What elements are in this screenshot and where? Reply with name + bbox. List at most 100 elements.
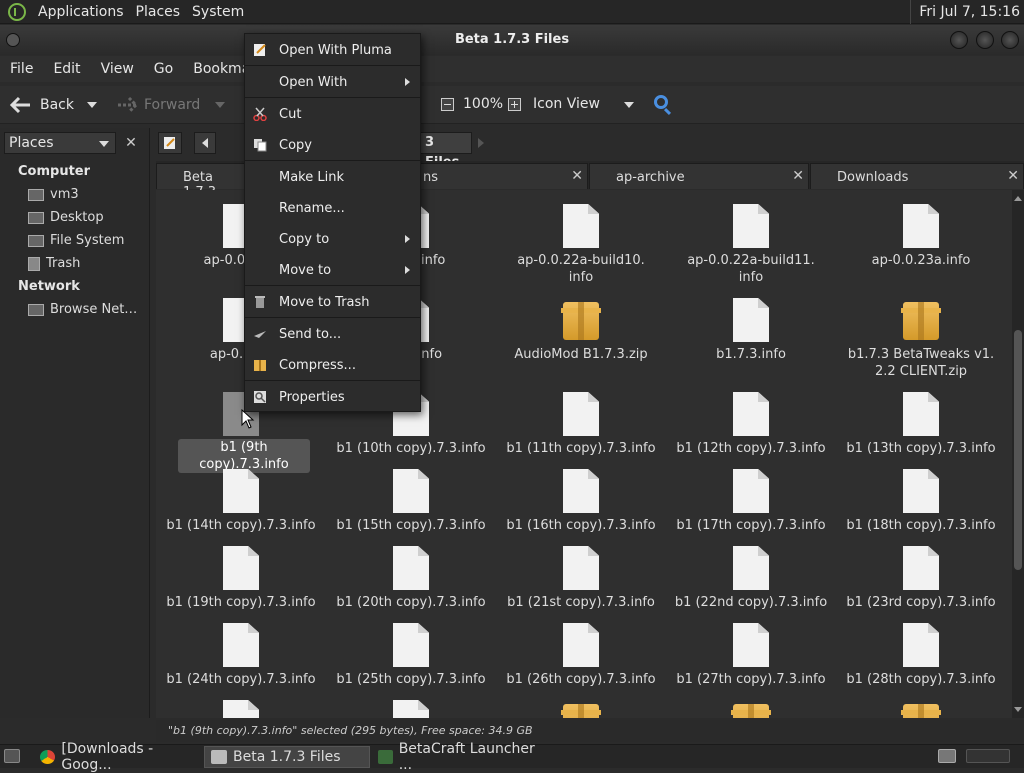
taskbar-item-files[interactable]: Beta 1.7.3 Files <box>204 746 370 768</box>
scroll-down-icon[interactable] <box>1014 707 1022 712</box>
taskbar-item-label: BetaCraft Launcher ... <box>398 741 535 773</box>
toolbar: Back Forward 100% Icon View <box>0 86 1024 124</box>
text-file-icon <box>223 546 259 590</box>
forward-history-dropdown[interactable] <box>215 102 225 108</box>
close-sidebar-icon[interactable]: ✕ <box>122 134 140 152</box>
file-name-line2: 2.2 CLIENT.zip <box>874 364 968 379</box>
file-name: b1.7.3 BetaTweaks v1. <box>847 347 995 362</box>
file-name: b1 (24th copy).7.3.info <box>166 672 316 687</box>
back-label: Back <box>40 97 74 113</box>
show-desktop-icon[interactable] <box>4 749 20 763</box>
sidebar-item-trash[interactable]: Trash <box>28 256 80 271</box>
places-menu[interactable]: Places <box>130 4 187 20</box>
text-file-icon <box>903 469 939 513</box>
menu-item-move-to-trash[interactable]: Move to Trash <box>245 288 420 316</box>
text-file-icon <box>733 546 769 590</box>
workspace-switcher-2[interactable] <box>966 749 1010 763</box>
scrollbar-thumb[interactable] <box>1014 330 1022 570</box>
file-name: ap-0.0.22a-build10. <box>517 253 645 268</box>
forward-label: Forward <box>144 97 201 113</box>
sidebar: Places ✕ Computer vm3 Desktop File Syste… <box>0 128 150 718</box>
vertical-scrollbar[interactable] <box>1012 190 1024 718</box>
path-button-current[interactable]: 3 Files <box>418 132 472 170</box>
text-file-icon <box>563 204 599 248</box>
sidebar-pane-select[interactable]: Places <box>4 132 116 154</box>
menu-file[interactable]: File <box>0 61 43 77</box>
chevron-down-icon <box>99 141 109 147</box>
taskbar-item-chrome[interactable]: [Downloads - Goog... <box>34 741 202 773</box>
tab-ns[interactable]: ns ✕ <box>418 163 588 189</box>
submenu-arrow-icon <box>405 78 410 86</box>
text-file-icon <box>563 546 599 590</box>
folder-icon <box>211 750 227 764</box>
system-menu[interactable]: System <box>186 4 250 20</box>
text-file-icon <box>223 623 259 667</box>
menu-go[interactable]: Go <box>144 61 183 77</box>
file-name: b1 (16th copy).7.3.info <box>506 518 656 533</box>
file-name: AudioMod B1.7.3.zip <box>514 347 648 362</box>
sidebar-item-vm3[interactable]: vm3 <box>28 187 79 202</box>
text-file-icon <box>393 623 429 667</box>
path-scroll-right-icon[interactable] <box>478 138 484 148</box>
menu-separator <box>245 160 420 161</box>
sidebar-header-computer: Computer <box>18 164 91 179</box>
close-tab-icon[interactable]: ✕ <box>571 168 583 184</box>
view-mode-select[interactable]: Icon View <box>533 96 600 112</box>
tab-ap-archive[interactable]: ap-archive ✕ <box>589 163 809 189</box>
zoom-in-icon[interactable] <box>508 98 521 111</box>
menu-item-move-to[interactable]: Move to <box>245 256 420 284</box>
menu-item-rename[interactable]: Rename... <box>245 194 420 222</box>
menu-edit[interactable]: Edit <box>43 61 90 77</box>
menu-item-compress[interactable]: Compress... <box>245 351 420 379</box>
menu-item-copy[interactable]: Copy <box>245 131 420 159</box>
zoom-out-icon[interactable] <box>441 98 454 111</box>
sidebar-item-desktop[interactable]: Desktop <box>28 210 104 225</box>
file-name: b1 (28th copy).7.3.info <box>846 672 996 687</box>
tab-label: ns <box>423 170 439 185</box>
path-scroll-left-icon[interactable] <box>194 132 216 154</box>
tab-downloads[interactable]: Downloads ✕ <box>810 163 1024 189</box>
sidebar-item-file-system[interactable]: File System <box>28 233 124 248</box>
mate-logo-icon[interactable] <box>8 2 26 21</box>
clock[interactable]: Fri Jul 7, 15:16 <box>910 0 1024 24</box>
window-title: Beta 1.7.3 Files <box>454 32 570 47</box>
text-file-icon <box>733 623 769 667</box>
menu-view[interactable]: View <box>91 61 144 77</box>
file-name: b1 (23rd copy).7.3.info <box>846 595 996 610</box>
menu-item-open-with-pluma[interactable]: Open With Pluma <box>245 36 420 64</box>
sidebar-item-browse-network[interactable]: Browse Net… <box>28 302 137 317</box>
home-folder-icon <box>28 188 44 201</box>
copy-icon <box>254 139 267 152</box>
close-tab-icon[interactable]: ✕ <box>1007 168 1019 184</box>
network-icon <box>28 303 44 316</box>
minimize-button[interactable] <box>950 31 968 49</box>
menu-item-copy-to[interactable]: Copy to <box>245 225 420 253</box>
forward-button[interactable]: Forward <box>116 96 200 114</box>
zip-archive-icon <box>561 704 601 718</box>
close-tab-icon[interactable]: ✕ <box>792 168 804 184</box>
text-file-icon <box>393 700 429 718</box>
view-mode-dropdown-icon[interactable] <box>624 102 634 108</box>
menu-item-open-with[interactable]: Open With <box>245 68 420 96</box>
scroll-up-icon[interactable] <box>1014 196 1022 201</box>
close-window-button[interactable] <box>1001 31 1019 49</box>
back-history-dropdown[interactable] <box>87 102 97 108</box>
search-icon[interactable] <box>654 95 668 109</box>
menu-item-cut[interactable]: Cut <box>245 100 420 128</box>
workspace-switcher-icon[interactable] <box>938 749 956 763</box>
zip-archive-icon <box>901 302 941 340</box>
menubar: File Edit View Go Bookmark <box>0 56 1024 82</box>
applications-menu[interactable]: Applications <box>32 4 130 20</box>
trash-icon <box>28 256 40 271</box>
menu-item-send-to[interactable]: Send to... <box>245 320 420 348</box>
taskbar-item-betacraft[interactable]: BetaCraft Launcher ... <box>372 741 540 773</box>
edit-location-icon[interactable] <box>158 132 182 154</box>
maximize-button[interactable] <box>976 31 994 49</box>
bottom-panel: [Downloads - Goog... Beta 1.7.3 Files Be… <box>0 741 1024 773</box>
menu-item-properties[interactable]: Properties <box>245 383 420 411</box>
back-button[interactable]: Back <box>10 96 74 114</box>
window-titlebar[interactable]: Beta 1.7.3 Files <box>0 25 1024 55</box>
menu-item-make-link[interactable]: Make Link <box>245 163 420 191</box>
tab-beta-1-7-3[interactable]: Beta 1.7.3 <box>156 163 246 200</box>
sidebar-item-label: Trash <box>46 256 81 271</box>
